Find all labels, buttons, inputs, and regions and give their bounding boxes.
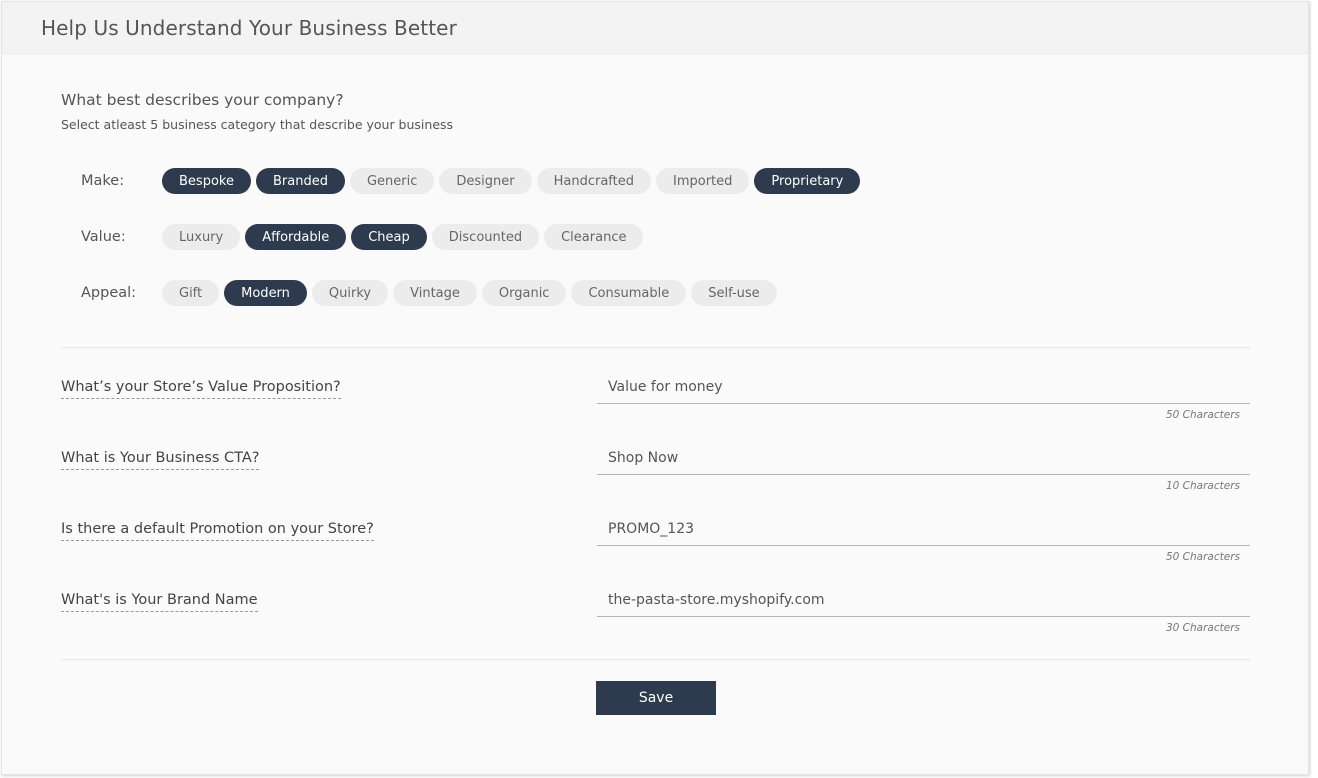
chip-generic[interactable]: Generic (349, 168, 435, 194)
chip-designer[interactable]: Designer (439, 168, 532, 194)
value-proposition-char-limit: 50 Characters (1165, 409, 1240, 421)
chip-proprietary[interactable]: Proprietary (754, 168, 861, 194)
chip-handcrafted[interactable]: Handcrafted (536, 168, 651, 194)
chip-consumable[interactable]: Consumable (571, 280, 687, 306)
card-header: Help Us Understand Your Business Better (2, 2, 1308, 54)
brand-name-char-limit: 30 Characters (1165, 622, 1240, 634)
chip-group: Gift Modern Quirky Vintage Organic Consu… (162, 280, 777, 306)
chip-modern[interactable]: Modern (224, 280, 307, 306)
chip-discounted[interactable]: Discounted (431, 224, 540, 250)
default-promotion-label: Is there a default Promotion on your Sto… (61, 520, 374, 541)
section-divider (61, 347, 1250, 348)
page-title: Help Us Understand Your Business Better (41, 15, 457, 40)
chip-group: Luxury Affordable Cheap Discounted Clear… (162, 224, 644, 250)
default-promotion-input[interactable] (597, 512, 1250, 546)
section-divider (61, 659, 1250, 660)
chip-affordable[interactable]: Affordable (245, 224, 347, 250)
business-cta-label: What is Your Business CTA? (61, 449, 260, 470)
business-profile-card: Help Us Understand Your Business Better … (1, 1, 1309, 775)
chip-row-label: Value: (81, 229, 126, 245)
brand-name-label: What's is Your Brand Name (61, 591, 258, 612)
chip-vintage[interactable]: Vintage (393, 280, 477, 306)
chip-organic[interactable]: Organic (481, 280, 567, 306)
save-button[interactable]: Save (596, 681, 716, 715)
chip-row-value: Value: Luxury Affordable Cheap Discounte… (81, 224, 644, 250)
company-description-subtitle: Select atleast 5 business category that … (61, 117, 454, 132)
default-promotion-char-limit: 50 Characters (1165, 551, 1240, 563)
chip-row-label: Appeal: (81, 285, 137, 301)
chip-branded[interactable]: Branded (255, 168, 345, 194)
business-cta-input[interactable] (597, 441, 1250, 475)
chip-quirky[interactable]: Quirky (311, 280, 389, 306)
chip-row-label: Make: (81, 173, 125, 189)
business-cta-char-limit: 10 Characters (1165, 480, 1240, 492)
company-description-question: What best describes your company? (61, 91, 344, 109)
value-proposition-label: What’s your Store’s Value Proposition? (61, 378, 341, 399)
brand-name-input[interactable] (597, 583, 1250, 617)
chip-row-appeal: Appeal: Gift Modern Quirky Vintage Organ… (81, 280, 777, 306)
chip-luxury[interactable]: Luxury (162, 224, 241, 250)
chip-cheap[interactable]: Cheap (351, 224, 427, 250)
chip-group: Bespoke Branded Generic Designer Handcra… (162, 168, 861, 194)
chip-imported[interactable]: Imported (656, 168, 750, 194)
value-proposition-input[interactable] (597, 370, 1250, 404)
chip-gift[interactable]: Gift (162, 280, 220, 306)
chip-row-make: Make: Bespoke Branded Generic Designer H… (81, 168, 861, 194)
chip-self-use[interactable]: Self-use (691, 280, 777, 306)
chip-clearance[interactable]: Clearance (544, 224, 644, 250)
chip-bespoke[interactable]: Bespoke (162, 168, 251, 194)
